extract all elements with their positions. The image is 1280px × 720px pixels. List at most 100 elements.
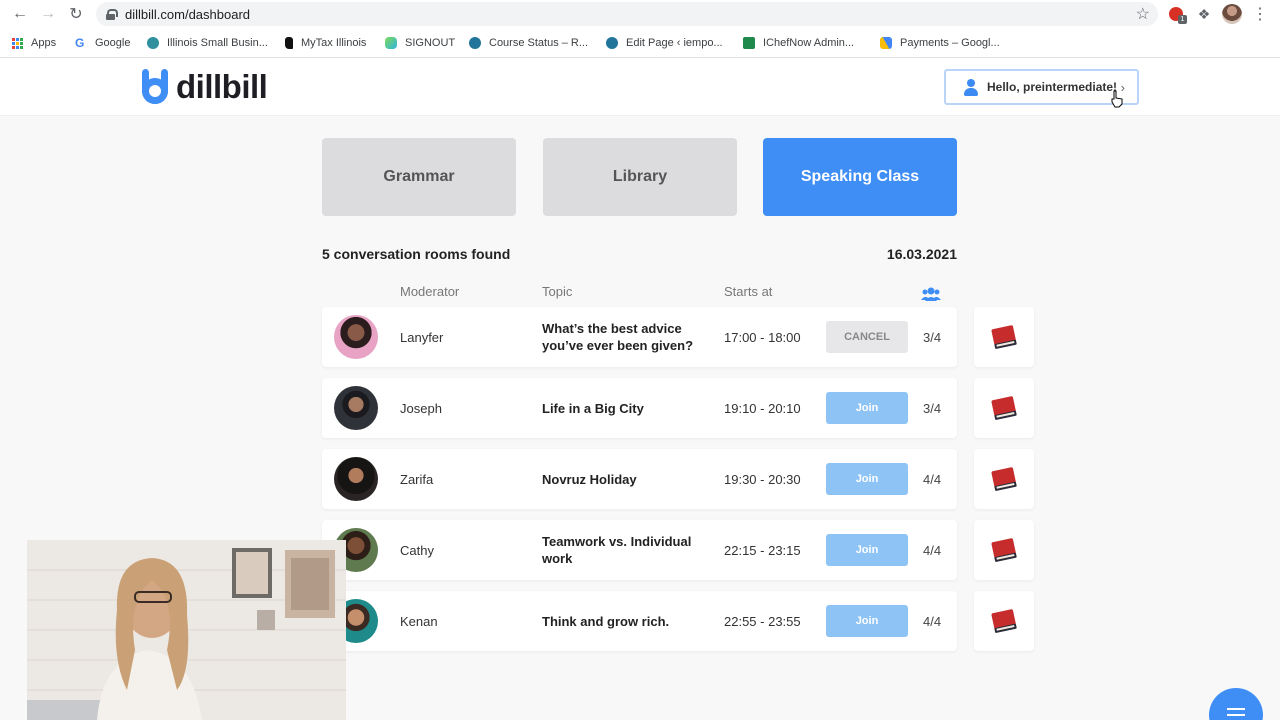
book-icon — [991, 467, 1017, 491]
column-header-moderator: Moderator — [400, 284, 460, 299]
join-button[interactable]: Join — [826, 605, 908, 637]
site-header: dillbill Hello, preintermediate! › — [0, 58, 1280, 116]
bookmark-mytax-illinois[interactable]: MyTax Illinois — [285, 28, 366, 58]
book-icon — [991, 396, 1017, 420]
cancel-button[interactable]: CANCEL — [826, 321, 908, 353]
bookmark-label: Illinois Small Busin... — [167, 37, 268, 49]
room-topic: Teamwork vs. Individual work — [542, 534, 692, 566]
logo-text[interactable]: dillbill — [176, 68, 268, 106]
room-materials-button[interactable] — [974, 307, 1034, 367]
profile-avatar-icon[interactable] — [1222, 4, 1242, 24]
tab-grammar[interactable]: Grammar — [322, 138, 516, 216]
book-icon — [991, 609, 1017, 633]
bookmark-google[interactable]: G Google — [75, 28, 130, 58]
room-row: Kenan Think and grow rich. 22:55 - 23:55… — [322, 591, 957, 651]
bookmark-label: MyTax Illinois — [301, 37, 367, 49]
illinois-icon — [285, 37, 293, 49]
participant-count: 3/4 — [923, 400, 942, 416]
wordpress-icon — [469, 37, 481, 49]
moderator-name: Joseph — [400, 400, 442, 416]
bookmark-apps[interactable]: Apps — [12, 28, 56, 58]
room-topic: Think and grow rich. — [542, 613, 670, 629]
moderator-name: Kenan — [400, 613, 438, 629]
avatar — [334, 315, 378, 359]
room-topic: Novruz Holiday — [542, 471, 637, 487]
room-materials-button[interactable] — [974, 591, 1034, 651]
bookmark-label: Apps — [31, 37, 57, 49]
bookmark-label: Course Status – R... — [489, 37, 589, 49]
room-time: 22:55 - 23:55 — [724, 613, 801, 629]
bookmark-label: Google — [95, 37, 131, 49]
room-materials-button[interactable] — [974, 378, 1034, 438]
bookmarks-bar: Apps G Google Illinois Small Busin... My… — [0, 28, 1280, 58]
room-topic: What’s the best advice you’ve ever been … — [542, 321, 694, 353]
join-button[interactable]: Join — [826, 392, 908, 424]
moderator-name: Zarifa — [400, 471, 434, 487]
google-icon: G — [75, 36, 85, 50]
reload-icon[interactable]: ↻ — [62, 0, 90, 28]
moderator-name: Lanyfer — [400, 329, 444, 345]
tab-library[interactable]: Library — [543, 138, 737, 216]
tab-speaking-class[interactable]: Speaking Class — [763, 138, 957, 216]
bookmark-label: Payments – Googl... — [900, 37, 1000, 49]
bookmark-ichefnow-admin[interactable]: IChefNow Admin... — [743, 28, 854, 58]
avatar — [334, 386, 378, 430]
room-time: 22:15 - 23:15 — [724, 542, 801, 558]
book-icon — [991, 538, 1017, 562]
dillbill-logo-icon[interactable] — [142, 69, 170, 105]
room-row: Zarifa Novruz Holiday 19:30 - 20:30 Join… — [322, 449, 957, 509]
participant-count: 4/4 — [923, 542, 942, 558]
selected-date: 16.03.2021 — [886, 246, 957, 262]
url-text[interactable]: dillbill.com/dashboard — [125, 7, 250, 22]
room-time: 19:10 - 20:10 — [724, 400, 801, 416]
lock-icon — [106, 8, 118, 20]
book-icon — [991, 325, 1017, 349]
address-bar[interactable]: dillbill.com/dashboard ☆ — [96, 2, 1158, 26]
wordpress-icon — [606, 37, 618, 49]
ichef-icon — [743, 37, 755, 49]
room-topic: Life in a Big City — [542, 400, 644, 416]
chat-icon — [1227, 708, 1245, 716]
browser-toolbar: ← → ↻ dillbill.com/dashboard ☆ 1 ❖ ⋮ — [0, 0, 1280, 28]
bookmark-label: SIGNOUT — [405, 37, 456, 49]
participant-count: 4/4 — [923, 471, 942, 487]
mouse-pointer-icon — [1111, 90, 1123, 108]
rooms-found-count: 5 conversation rooms found — [322, 246, 511, 262]
participant-count: 4/4 — [923, 613, 942, 629]
join-button[interactable]: Join — [826, 534, 908, 566]
bookmark-label: IChefNow Admin... — [763, 37, 855, 49]
room-time: 19:30 - 20:30 — [724, 471, 801, 487]
bookmark-payments-google[interactable]: Payments – Googl... — [880, 28, 1000, 58]
user-icon — [964, 78, 978, 96]
globe-icon — [147, 37, 159, 49]
bookmark-illinois-small-business[interactable]: Illinois Small Busin... — [147, 28, 268, 58]
room-materials-button[interactable] — [974, 520, 1034, 580]
forward-arrow-icon[interactable]: → — [34, 0, 62, 28]
column-header-starts-at: Starts at — [724, 284, 773, 299]
room-time: 17:00 - 18:00 — [724, 329, 801, 345]
participant-count: 3/4 — [923, 329, 942, 345]
bookmark-star-icon[interactable]: ☆ — [1136, 4, 1150, 24]
bookmark-course-status[interactable]: Course Status – R... — [469, 28, 588, 58]
google-ads-icon — [880, 37, 892, 49]
greeting-text: Hello, preintermediate! — [987, 80, 1118, 94]
participants-icon — [921, 287, 941, 301]
bookmark-signout[interactable]: SIGNOUT — [385, 28, 455, 58]
presenter-video-image — [27, 540, 346, 720]
room-row: Joseph Life in a Big City 19:10 - 20:10 … — [322, 378, 957, 438]
room-materials-button[interactable] — [974, 449, 1034, 509]
apps-grid-icon — [12, 37, 23, 49]
browser-menu-icon[interactable]: ⋮ — [1250, 4, 1270, 24]
moderator-name: Cathy — [400, 542, 434, 558]
avatar — [334, 457, 378, 501]
extensions-puzzle-icon[interactable]: ❖ — [1194, 4, 1214, 24]
column-header-topic: Topic — [542, 284, 573, 299]
colorful-icon — [385, 37, 397, 49]
join-button[interactable]: Join — [826, 463, 908, 495]
back-arrow-icon[interactable]: ← — [6, 0, 34, 28]
bookmark-label: Edit Page ‹ iempo... — [626, 37, 723, 49]
room-row: Lanyfer What’s the best advice you’ve ev… — [322, 307, 957, 367]
room-row: Cathy Teamwork vs. Individual work 22:15… — [322, 520, 957, 580]
extension-red-icon[interactable]: 1 — [1166, 4, 1187, 24]
bookmark-edit-page[interactable]: Edit Page ‹ iempo... — [606, 28, 723, 58]
